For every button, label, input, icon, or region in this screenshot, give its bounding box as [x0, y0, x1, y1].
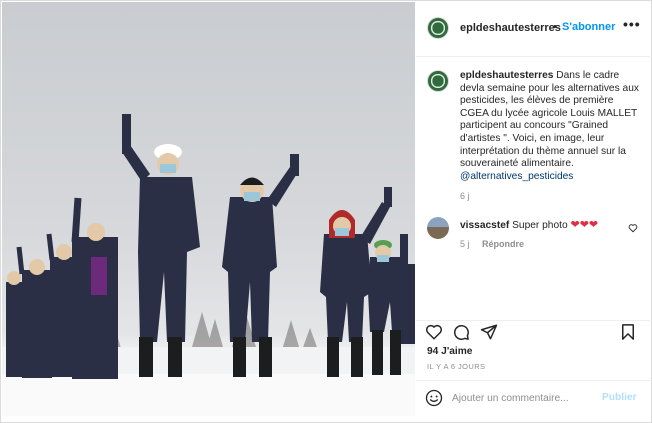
post-photo[interactable] — [2, 2, 415, 416]
more-options-icon[interactable]: ••• — [623, 16, 641, 32]
post-side-panel: epldeshautesterres • S'abonner ••• eplde… — [416, 2, 652, 422]
follow-button[interactable]: S'abonner — [562, 21, 615, 33]
heart-emojis: ❤❤❤ — [570, 219, 599, 231]
instagram-post: epldeshautesterres • S'abonner ••• eplde… — [0, 0, 652, 423]
publish-button[interactable]: Publier — [602, 392, 637, 403]
author-username[interactable]: epldeshautesterres — [460, 22, 561, 34]
commenter-avatar[interactable] — [427, 217, 449, 239]
comment-line: vissacstef Super photo ❤❤❤ — [460, 218, 598, 231]
comment-meta: 5 j Répondre — [460, 239, 524, 249]
heart-icon[interactable] — [425, 323, 443, 341]
reply-button[interactable]: Répondre — [482, 239, 524, 249]
post-timestamp: IL Y A 6 JOURS — [427, 362, 486, 371]
commenter-username[interactable]: vissacstef — [460, 220, 509, 231]
caption-text: epldeshautesterres Dans le cadre devla s… — [460, 70, 644, 183]
caption-body: Dans le cadre devla semaine pour les alt… — [460, 70, 639, 170]
comment-timestamp: 5 j — [460, 239, 470, 249]
caption-mention-link[interactable]: @alternatives_pesticides — [460, 171, 573, 182]
comment-item: vissacstef Super photo ❤❤❤ 5 j Répondre — [416, 215, 652, 255]
likes-count[interactable]: 94 J'aime — [427, 346, 472, 357]
action-bar — [416, 320, 652, 344]
paper-plane-icon[interactable] — [480, 323, 498, 341]
comment-input[interactable] — [452, 390, 592, 406]
add-comment-bar: Publier — [416, 380, 652, 418]
comment-text: Super photo — [512, 220, 568, 231]
smiley-icon[interactable] — [425, 389, 443, 407]
school-logo-avatar[interactable] — [427, 17, 449, 39]
students-snow-photo — [2, 114, 415, 416]
comment-icon[interactable] — [452, 323, 470, 341]
caption-username[interactable]: epldeshautesterres — [460, 70, 553, 81]
caption-timestamp: 6 j — [460, 191, 470, 201]
post-header: epldeshautesterres • S'abonner ••• — [416, 2, 652, 57]
comment-heart-icon[interactable] — [628, 223, 638, 233]
separator-dot: • — [553, 21, 557, 33]
caption-avatar[interactable] — [427, 70, 449, 92]
bookmark-icon[interactable] — [619, 323, 637, 341]
